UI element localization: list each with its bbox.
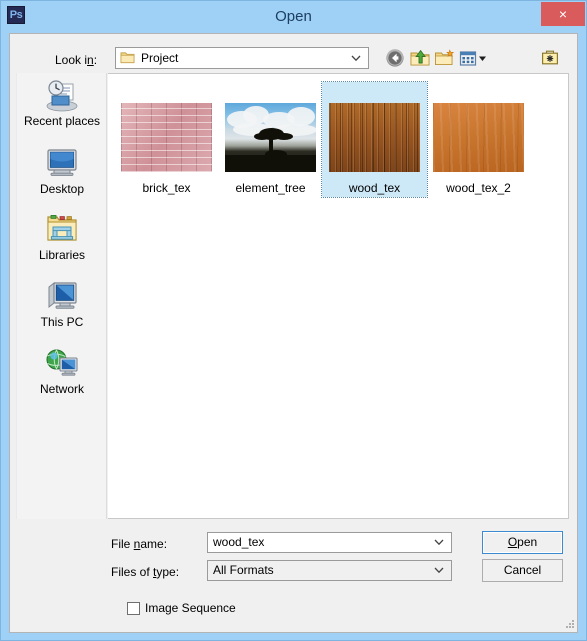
file-name-input[interactable]: wood_tex (207, 532, 452, 553)
title-bar: Ps Open × (1, 1, 586, 31)
files-of-type-value: All Formats (213, 563, 274, 577)
chevron-down-icon[interactable] (348, 48, 364, 68)
open-dialog-window: Ps Open × Look in: Project Recent places… (0, 0, 587, 641)
folder-icon (120, 52, 135, 64)
sidebar-item-this-pc[interactable]: This PC (17, 278, 107, 329)
file-label: element_tree (235, 181, 306, 195)
sidebar-item-recent-places[interactable]: Recent places (17, 77, 107, 128)
file-item-element-tree[interactable]: element_tree (218, 82, 323, 197)
look-in-label: Look in: (55, 53, 98, 67)
favorites-folder-button[interactable] (539, 47, 561, 69)
files-of-type-select[interactable]: All Formats (207, 560, 452, 581)
create-new-folder-button[interactable] (434, 47, 456, 69)
chevron-down-icon[interactable] (431, 533, 447, 552)
file-list-panel[interactable]: brick_tex element_tree wood_tex wood_tex… (108, 73, 569, 519)
file-label: wood_tex_2 (446, 181, 511, 195)
back-button[interactable] (384, 47, 406, 69)
places-bar: Recent places Desktop Libraries This PC … (16, 73, 107, 519)
chevron-down-icon[interactable] (431, 561, 447, 580)
network-icon (42, 345, 82, 381)
file-name-value: wood_tex (213, 535, 265, 549)
image-sequence-checkbox[interactable] (127, 602, 140, 615)
sidebar-item-label: Recent places (23, 114, 101, 128)
close-button[interactable]: × (541, 2, 585, 26)
open-button[interactable]: Open (482, 531, 563, 554)
sidebar-item-label: Network (39, 382, 84, 396)
file-item-brick-tex[interactable]: brick_tex (114, 82, 219, 197)
file-label: wood_tex (348, 181, 401, 195)
page-title: Open (275, 8, 312, 25)
cancel-button: Cancel (482, 559, 563, 582)
this-pc-icon (42, 278, 82, 314)
recent-places-icon (42, 77, 82, 113)
open-button-label: Open (507, 535, 538, 549)
file-thumbnail (121, 103, 212, 172)
files-of-type-label: Files of type: (111, 565, 180, 579)
libraries-icon (42, 211, 82, 247)
sidebar-item-desktop[interactable]: Desktop (17, 145, 107, 196)
sidebar-item-label: This PC (40, 315, 84, 329)
views-button[interactable] (458, 47, 488, 69)
file-thumbnail (433, 103, 524, 172)
file-thumbnail (329, 103, 420, 172)
file-label: brick_tex (142, 181, 191, 195)
file-item-wood-tex[interactable]: wood_tex (321, 81, 428, 198)
file-name-label: File name: (111, 537, 168, 551)
look-in-value: Project (141, 51, 179, 65)
file-thumbnail (225, 103, 316, 172)
image-sequence-label: Image Sequence (145, 601, 236, 615)
resize-grip[interactable] (565, 619, 575, 629)
sidebar-item-network[interactable]: Network (17, 345, 107, 396)
sidebar-item-label: Libraries (38, 248, 86, 262)
sidebar-item-label: Desktop (39, 182, 85, 196)
sidebar-item-libraries[interactable]: Libraries (17, 211, 107, 262)
look-in-combobox[interactable]: Project (115, 47, 369, 69)
up-one-level-button[interactable] (409, 47, 431, 69)
desktop-icon (42, 145, 82, 181)
file-item-wood-tex-2[interactable]: wood_tex_2 (426, 82, 531, 197)
